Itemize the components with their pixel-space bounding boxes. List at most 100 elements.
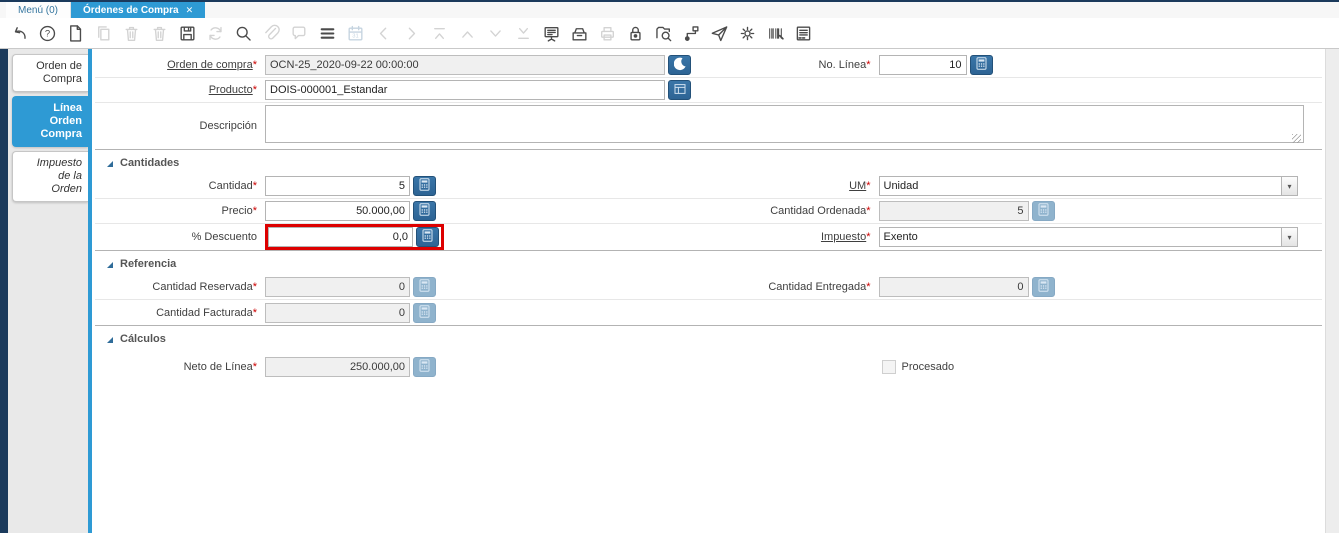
um-dropdown-button[interactable]: ▾ [1281, 176, 1298, 196]
svg-text:?: ? [44, 28, 49, 39]
send-icon [710, 24, 729, 43]
cantidad-field[interactable] [265, 176, 410, 196]
chevron-down-icon: ▾ [1287, 182, 1291, 191]
docreport-icon [794, 24, 813, 43]
no-linea-calculator-button[interactable] [970, 55, 993, 75]
no-linea-label: No. Línea* [709, 59, 879, 71]
gear-icon [738, 24, 757, 43]
svg-text:31: 31 [352, 33, 358, 39]
last-icon [514, 24, 533, 43]
undo-icon [10, 24, 29, 43]
calculator-icon [419, 359, 430, 375]
scrollbar-track[interactable] [1325, 49, 1339, 533]
row-facturada: Cantidad Facturada* [95, 300, 1322, 325]
calculator-icon [976, 57, 987, 73]
workflow-button[interactable] [681, 23, 701, 43]
delete-record-button [121, 23, 141, 43]
save-button[interactable] [177, 23, 197, 43]
um-field[interactable] [879, 176, 1282, 196]
cantidad-ordenada-field[interactable] [879, 201, 1029, 221]
cantidad-ordenada-label: Cantidad Ordenada* [709, 205, 879, 217]
precio-calculator-button[interactable] [413, 201, 436, 221]
precio-label: Precio* [95, 205, 265, 217]
chevron-down-icon: ▾ [1287, 233, 1291, 242]
cantidad-facturada-field[interactable] [265, 303, 410, 323]
close-icon[interactable]: ✕ [186, 6, 194, 15]
down-icon [486, 24, 505, 43]
section-cantidades[interactable]: Cantidades [95, 149, 1322, 174]
help-button[interactable]: ? [37, 23, 57, 43]
orden-compra-label: Orden de compra* [95, 59, 265, 71]
section-referencia[interactable]: Referencia [95, 250, 1322, 275]
delete-selection-button [149, 23, 169, 43]
cantidad-reservada-field[interactable] [265, 277, 410, 297]
no-linea-field[interactable] [879, 55, 967, 75]
crescent-icon [674, 57, 686, 74]
calculator-icon [419, 305, 430, 321]
help-icon: ? [38, 24, 57, 43]
producto-search-button[interactable] [668, 80, 691, 100]
impuesto-dropdown-button[interactable]: ▾ [1281, 227, 1298, 247]
row-precio-ordenada: Precio* Cantidad Ordenada* [95, 199, 1322, 224]
product-grid-icon [674, 83, 686, 98]
new-record-button[interactable] [65, 23, 85, 43]
collapse-triangle-icon [107, 161, 113, 167]
um-combobox: ▾ [879, 176, 1299, 196]
cantidad-entregada-field[interactable] [879, 277, 1029, 297]
cantidad-calculator-button[interactable] [413, 176, 436, 196]
cantidad-reservada-label: Cantidad Reservada* [95, 281, 265, 293]
print-button [597, 23, 617, 43]
producto-field[interactable] [265, 80, 665, 100]
refresh-icon [206, 24, 225, 43]
impuesto-label: Impuesto* [709, 231, 879, 243]
orden-compra-zoom-button[interactable] [668, 55, 691, 75]
cantidad-entregada-label: Cantidad Entregada* [709, 281, 879, 293]
calendar-icon: 31 [346, 24, 365, 43]
sidebar-tab-orden-de-compra[interactable]: Orden de Compra [12, 54, 88, 92]
neto-linea-field[interactable] [265, 357, 410, 377]
new-icon [66, 24, 85, 43]
report-button[interactable] [541, 23, 561, 43]
descuento-field[interactable] [268, 227, 413, 247]
impuesto-field[interactable] [879, 227, 1282, 247]
orden-compra-field[interactable] [265, 55, 665, 75]
sidebar-tab-línea-orden-compra[interactable]: Línea Orden Compra [12, 96, 88, 147]
trash-icon [150, 24, 169, 43]
share-button[interactable] [709, 23, 729, 43]
window-report-button[interactable] [793, 23, 813, 43]
cantidad-ordenada-calculator-button [1032, 201, 1055, 221]
save-icon [178, 24, 197, 43]
row-neto-procesado: Neto de Línea* Procesado [95, 350, 1322, 384]
lock-button[interactable] [625, 23, 645, 43]
undo-button[interactable] [9, 23, 29, 43]
row-orden-nolinea: Orden de compra* No. Línea* [95, 53, 1322, 78]
neto-linea-label: Neto de Línea* [95, 361, 265, 373]
calculator-icon [419, 178, 430, 194]
procesado-checkbox[interactable] [882, 360, 896, 374]
sidebar-tab-impuesto-de-la-orden[interactable]: Impuesto de la Orden [12, 151, 88, 202]
lock-icon [626, 24, 645, 43]
grid-toggle-button[interactable] [317, 23, 337, 43]
tab-ordenes-de-compra[interactable]: Órdenes de Compra ✕ [71, 2, 205, 18]
precio-field[interactable] [265, 201, 410, 221]
descuento-label: % Descuento [95, 231, 265, 243]
barcode-button[interactable] [765, 23, 785, 43]
tab-menu[interactable]: Menú (0) [6, 2, 71, 18]
resize-handle-icon[interactable] [1292, 134, 1301, 143]
form-panel: Orden de compra* No. Línea* [92, 49, 1325, 533]
row-cantidad-um: Cantidad* UM* ▾ [95, 174, 1322, 199]
preferences-button[interactable] [737, 23, 757, 43]
descuento-calculator-button[interactable] [416, 227, 439, 247]
archive-icon [570, 24, 589, 43]
zoom-across-button[interactable] [653, 23, 673, 43]
archive-button[interactable] [569, 23, 589, 43]
section-calculos[interactable]: Cálculos [95, 325, 1322, 350]
trash-icon [122, 24, 141, 43]
last-record-button [513, 23, 533, 43]
descripcion-field[interactable] [265, 105, 1304, 143]
find-icon [234, 24, 253, 43]
find-button[interactable] [233, 23, 253, 43]
descripcion-label: Descripción [95, 120, 265, 132]
parent-record-button [457, 23, 477, 43]
up-icon [458, 24, 477, 43]
